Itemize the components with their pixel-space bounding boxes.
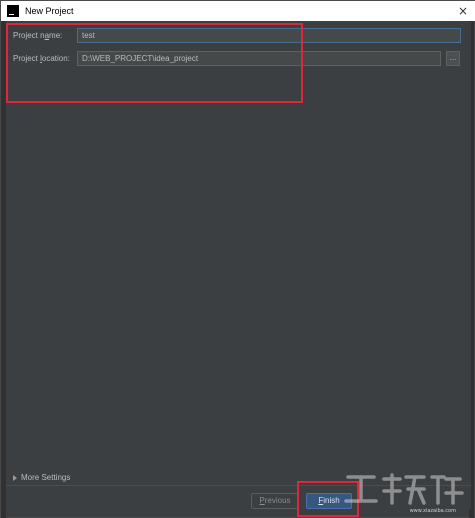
project-location-field[interactable]: D:\WEB_PROJECT\idea_project: [77, 51, 441, 66]
more-settings-label: More Settings: [21, 473, 71, 482]
previous-button[interactable]: Previous: [251, 493, 299, 509]
project-name-field[interactable]: test: [77, 28, 461, 43]
browse-button[interactable]: ...: [446, 51, 460, 66]
project-name-label: Project name:: [13, 31, 63, 40]
close-icon[interactable]: ×: [456, 4, 470, 18]
window-title: New Project: [25, 6, 74, 16]
watermark-url: www.xiazaiba.com: [409, 508, 456, 514]
more-settings-toggle[interactable]: More Settings: [13, 473, 70, 482]
title-bar: New Project ×: [1, 1, 475, 21]
dialog-content: [6, 22, 471, 509]
intellij-app-icon: [7, 5, 19, 17]
project-location-label: Project location:: [13, 54, 70, 63]
expand-triangle-icon: [13, 474, 17, 481]
new-project-dialog: New Project × Project name: test Project…: [0, 0, 475, 518]
watermark-logo-icon: [344, 473, 464, 505]
